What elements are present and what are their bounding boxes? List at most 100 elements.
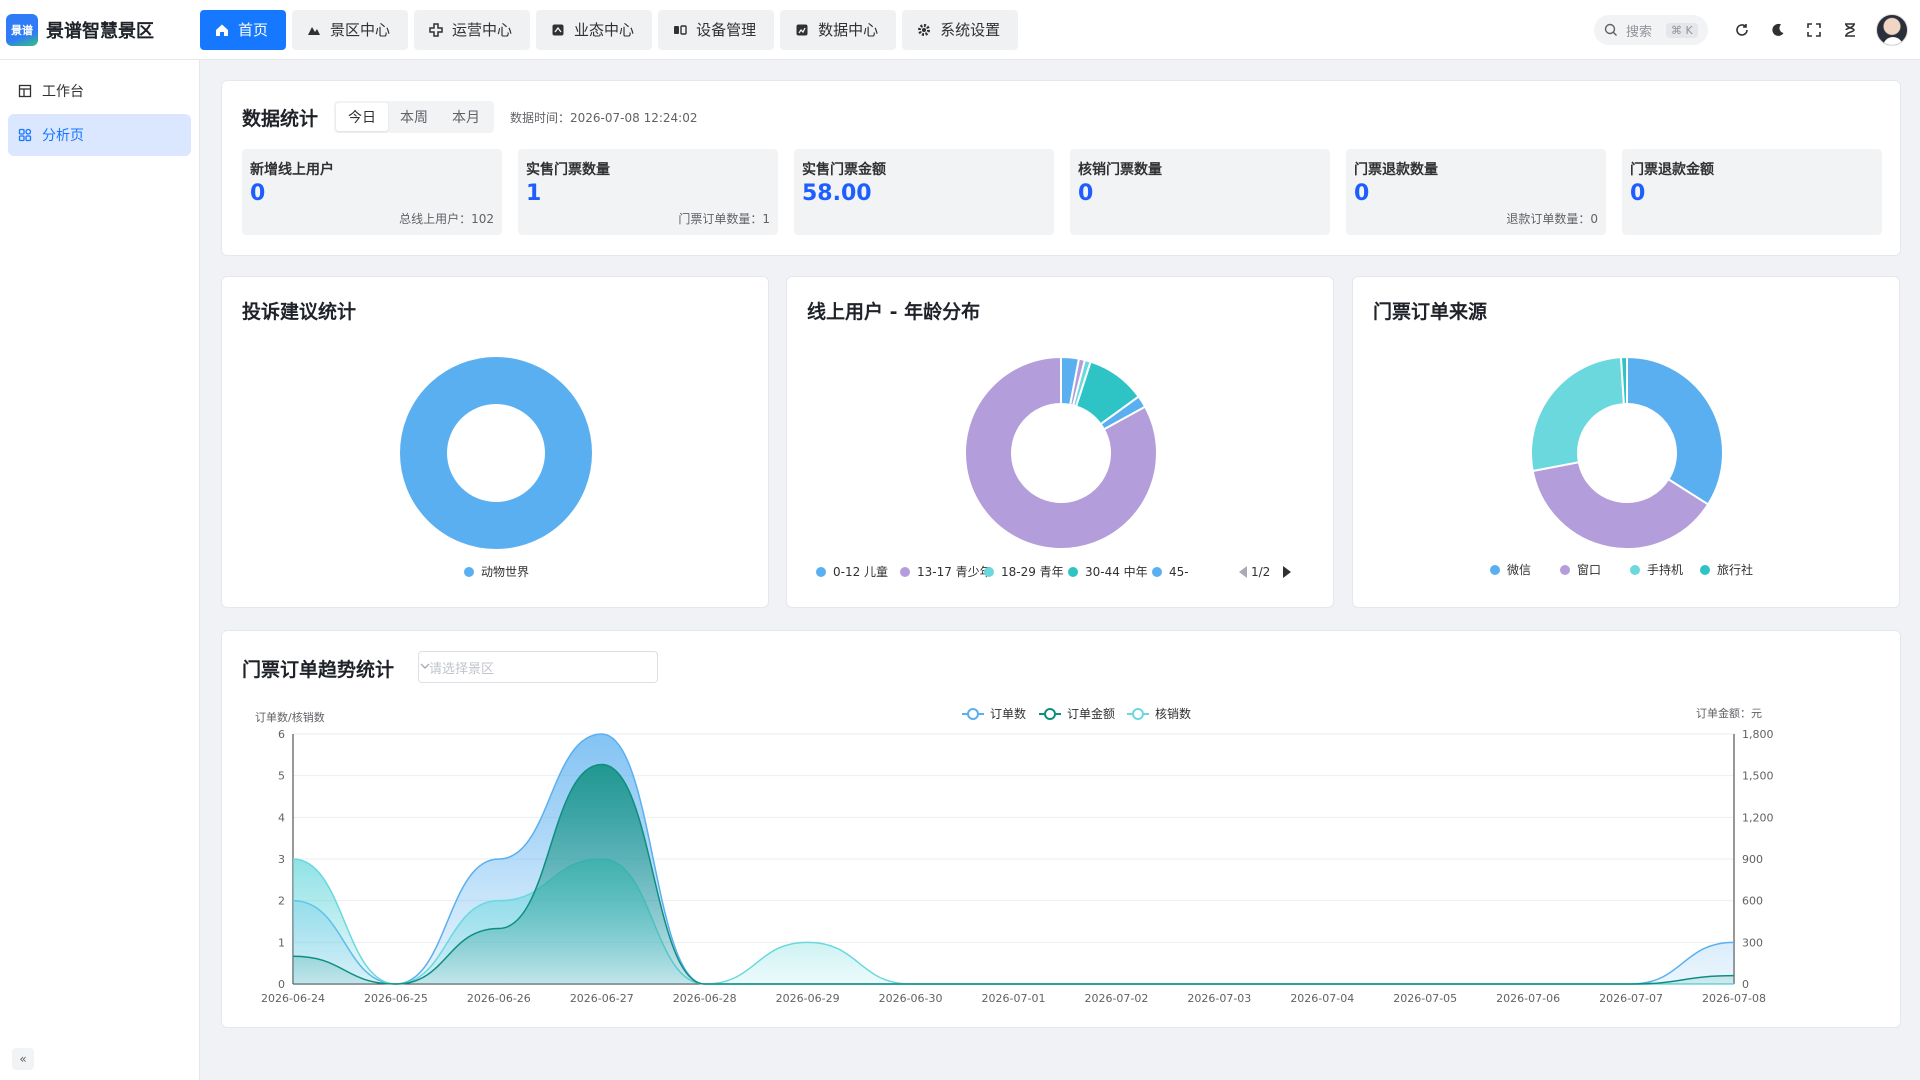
y-tick-label: 3 [278,853,285,866]
stat-value: 0 [1354,181,1370,206]
legend-label[interactable]: 核销数 [1155,706,1191,721]
legend-label[interactable]: 0-12 儿童 [833,564,888,579]
y2-tick-label: 300 [1742,936,1763,949]
legend-marker[interactable] [1132,708,1144,720]
fullscreen-button[interactable] [1796,12,1832,48]
nav-item-2[interactable]: 运营中心 [414,9,531,50]
legend-label[interactable]: 订单金额 [1067,706,1115,721]
legend-marker[interactable] [1490,565,1500,575]
stat-label: 新增线上用户 [250,162,334,178]
y-tick-label: 2 [278,895,285,908]
stat-sub: 总线上用户：102 [399,212,494,226]
legend-label[interactable]: 手持机 [1647,562,1683,577]
y-tick-label: 0 [278,978,285,991]
tab-period-2[interactable]: 本月 [440,103,492,131]
mountain-icon [306,22,322,38]
pie-legend: 动物世界 [464,565,529,579]
y-tick-label: 4 [278,811,285,824]
stat-box: 新增线上用户 0 总线上用户：102 [242,149,502,235]
y2-tick-label: 1,200 [1742,811,1774,824]
x-tick-label: 2026-06-24 [261,992,325,1005]
legend-marker[interactable] [1630,565,1640,575]
y2-tick-label: 1,500 [1742,770,1774,783]
legend-label[interactable]: 微信 [1507,563,1531,577]
tab-period-0[interactable]: 今日 [336,103,389,131]
legend-label[interactable]: 窗口 [1577,563,1601,577]
legend-label[interactable]: 动物世界 [481,565,529,579]
order-source-card: 门票订单来源 微信 窗口 手持机 旅行社 [1352,276,1900,608]
stat-label: 核销门票数量 [1078,162,1162,178]
x-tick-label: 2026-06-25 [364,992,428,1005]
legend-label[interactable]: 旅行社 [1717,562,1753,577]
operations-icon [428,22,444,38]
legend-marker[interactable] [967,708,979,720]
x-tick-label: 2026-06-28 [673,992,737,1005]
x-tick-label: 2026-06-29 [776,992,840,1005]
fullscreen-icon [1807,23,1821,37]
legend-marker[interactable] [816,567,826,577]
search-input[interactable]: 搜索 ⌘ K [1594,15,1708,45]
order-trend-card: 门票订单趋势统计 请选择景区 0 1 2 3 4 5 6 0 300 600 900 1,200 1,5… [221,630,1901,1028]
nav-item-5[interactable]: 数据中心 [780,9,897,50]
nav-item-6[interactable]: 系统设置 [902,9,1019,50]
data-time: 数据时间：2026-07-08 12:24:02 [510,110,698,125]
top-nav: 首页 景区中心 运营中心 业态中心 设备管理 数据中心 系统设置 [200,9,1019,50]
sidebar-item-1[interactable]: 分析页 [8,114,191,156]
nav-item-label: 设备管理 [696,21,757,39]
stat-sub: 退款订单数量：0 [1506,212,1598,226]
timer-button[interactable] [1832,12,1868,48]
refresh-button[interactable] [1724,12,1760,48]
legend-label[interactable]: 30-44 中年 [1085,564,1148,579]
pie-slice[interactable] [1530,356,1625,473]
x-tick-label: 2026-07-03 [1187,992,1251,1005]
search-icon [1604,23,1617,36]
logo-area[interactable]: 景谱 景谱智慧景区 [0,0,200,60]
data-statistics-card: 数据统计 今日 本周 本月 数据时间：2026-07-08 12:24:02 新增线… [221,80,1901,256]
legend-prev-icon[interactable] [1239,566,1247,578]
legend-label[interactable]: 13-17 青少年 [917,565,992,579]
stat-value: 58.00 [802,181,872,206]
legend-marker[interactable] [464,567,474,577]
x-tick-label: 2026-06-26 [467,992,531,1005]
tab-period-1[interactable]: 本周 [388,103,440,131]
legend-marker[interactable] [1560,565,1570,575]
legend-label[interactable]: 18-29 青年 [1001,565,1064,579]
sidebar-item-label: 工作台 [42,84,84,100]
legend-label[interactable]: 订单数 [990,706,1026,721]
legend-marker[interactable] [984,567,994,577]
x-tick-label: 2026-07-01 [982,992,1046,1005]
user-avatar[interactable] [1876,14,1908,46]
legend-next-icon[interactable] [1283,566,1291,578]
nav-item-3[interactable]: 业态中心 [536,9,653,50]
stat-box: 门票退款数量 0 退款订单数量：0 [1346,149,1606,235]
stat-label: 门票退款金额 [1630,162,1714,178]
x-tick-label: 2026-06-27 [570,992,634,1005]
age-pie-chart: 0-12 儿童 13-17 青少年 18-29 青年 30-44 中年 45- 1/2 [816,355,1291,579]
pie-slice[interactable] [400,357,592,549]
collapse-sidebar-button[interactable]: « [12,1048,34,1070]
legend-marker[interactable] [900,567,910,577]
nav-item-0[interactable]: 首页 [200,9,287,50]
legend-marker[interactable] [1152,567,1162,577]
search-shortcut: ⌘ K [1666,22,1698,38]
y-tick-label: 6 [278,728,285,741]
legend-marker[interactable] [1044,708,1056,720]
sidebar-item-0[interactable]: 工作台 [8,70,191,112]
sidebar: 工作台分析页 « [0,60,200,1080]
gear-icon [916,22,932,38]
stats-title: 数据统计 [242,107,319,130]
stat-box: 实售门票数量 1 门票订单数量：1 [518,149,778,235]
order-source-pie-chart: 微信 窗口 手持机 旅行社 [1490,355,1753,577]
legend-marker[interactable] [1068,567,1078,577]
legend-marker[interactable] [1700,565,1710,575]
nav-item-4[interactable]: 设备管理 [658,9,775,50]
app-title: 景谱智慧景区 [46,20,154,42]
pie-legend: 微信 窗口 手持机 旅行社 [1490,562,1753,577]
x-tick-label: 2026-07-08 [1702,992,1766,1005]
theme-toggle-button[interactable] [1760,12,1796,48]
stat-label: 实售门票金额 [802,162,886,178]
legend-label[interactable]: 45- [1169,565,1189,579]
workbench-icon [18,84,32,98]
refresh-icon [1736,24,1748,36]
nav-item-1[interactable]: 景区中心 [292,9,409,50]
